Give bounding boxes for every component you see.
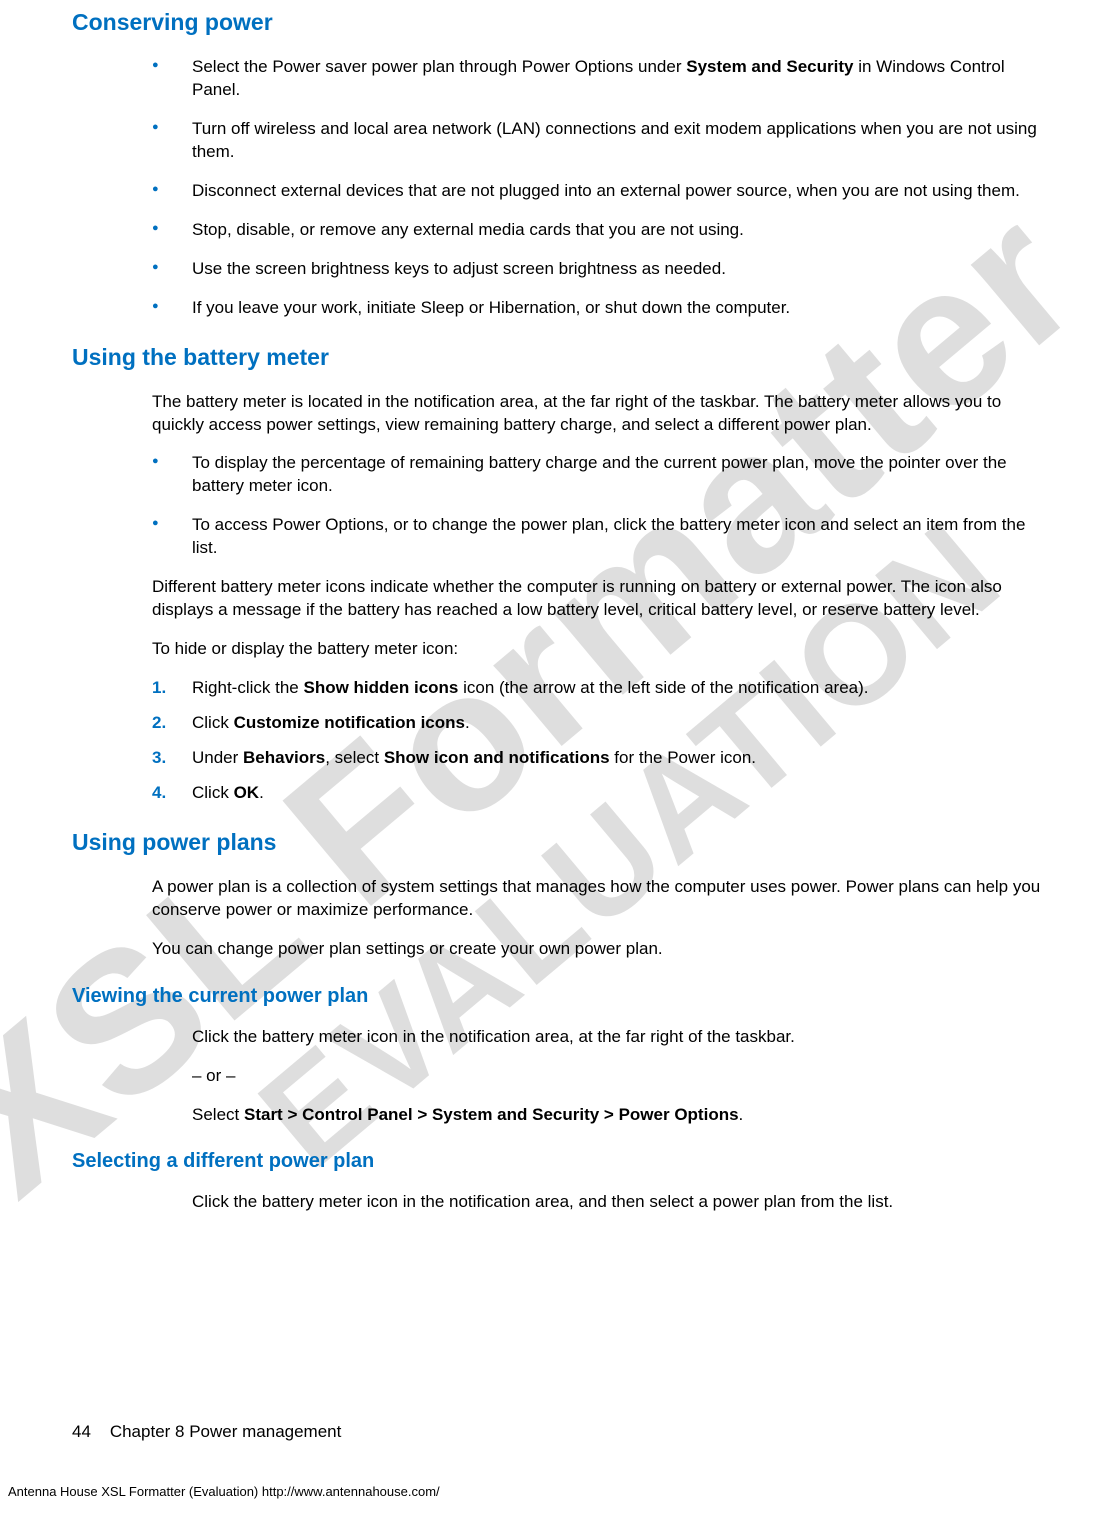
paragraph: Different battery meter icons indicate w…: [152, 576, 1041, 622]
battery-meter-steps: Right-click the Show hidden icons icon (…: [152, 677, 1046, 805]
evaluation-footer: Antenna House XSL Formatter (Evaluation)…: [8, 1483, 440, 1501]
page-content: Conserving power Select the Power saver …: [0, 0, 1118, 1214]
list-item: Right-click the Show hidden icons icon (…: [152, 677, 1046, 700]
paragraph: Select Start > Control Panel > System an…: [192, 1104, 1041, 1127]
list-item: Click Customize notification icons.: [152, 712, 1046, 735]
list-item: To display the percentage of remaining b…: [152, 452, 1041, 498]
list-item: Stop, disable, or remove any external me…: [152, 219, 1041, 242]
list-item: Click OK.: [152, 782, 1046, 805]
list-item: Turn off wireless and local area network…: [152, 118, 1041, 164]
page-number: 44: [72, 1422, 91, 1441]
heading-conserving-power: Conserving power: [72, 5, 1046, 38]
page-footer: 44 Chapter 8 Power management: [72, 1421, 341, 1444]
paragraph: Click the battery meter icon in the noti…: [192, 1026, 1041, 1049]
list-item: Select the Power saver power plan throug…: [152, 56, 1041, 102]
paragraph: To hide or display the battery meter ico…: [152, 638, 1041, 661]
heading-battery-meter: Using the battery meter: [72, 342, 1046, 373]
conserving-bullet-list: Select the Power saver power plan throug…: [152, 56, 1046, 320]
list-item: To access Power Options, or to change th…: [152, 514, 1041, 560]
chapter-label: Chapter 8 Power management: [110, 1422, 342, 1441]
list-item: If you leave your work, initiate Sleep o…: [152, 297, 1041, 320]
list-item: Under Behaviors, select Show icon and no…: [152, 747, 1046, 770]
paragraph: You can change power plan settings or cr…: [152, 938, 1041, 961]
paragraph-or: – or –: [192, 1065, 1041, 1088]
heading-power-plans: Using power plans: [72, 827, 1046, 858]
list-item: Disconnect external devices that are not…: [152, 180, 1041, 203]
paragraph: The battery meter is located in the noti…: [152, 391, 1041, 437]
paragraph: A power plan is a collection of system s…: [152, 876, 1041, 922]
battery-meter-bullet-list: To display the percentage of remaining b…: [152, 452, 1046, 560]
heading-selecting-plan: Selecting a different power plan: [72, 1148, 1046, 1175]
list-item: Use the screen brightness keys to adjust…: [152, 258, 1041, 281]
paragraph: Click the battery meter icon in the noti…: [192, 1191, 1041, 1214]
heading-viewing-plan: Viewing the current power plan: [72, 983, 1046, 1010]
